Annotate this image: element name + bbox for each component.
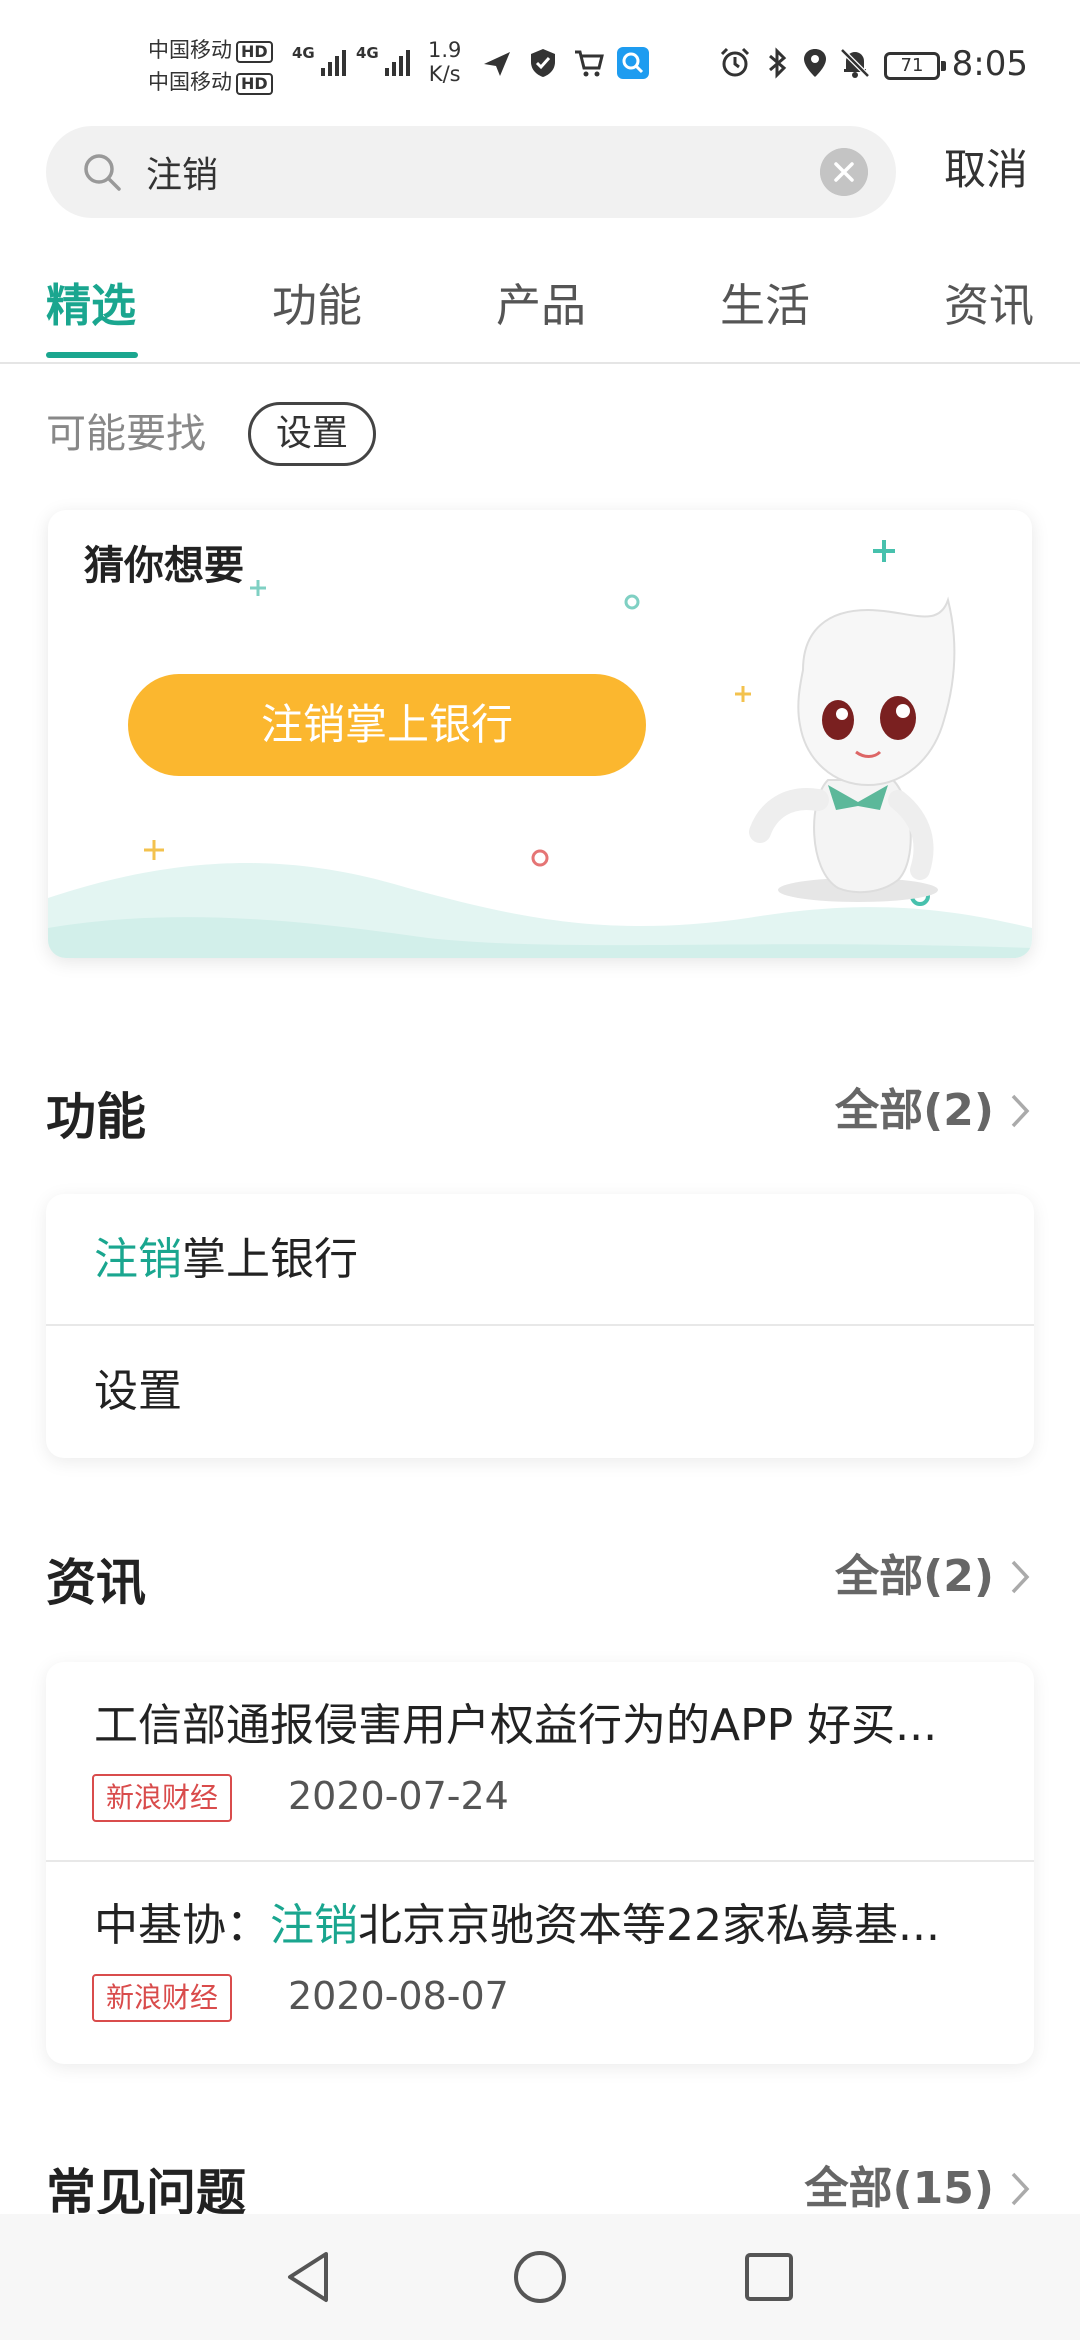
list-item[interactable]: 注销掌上银行 bbox=[46, 1194, 1034, 1326]
cart-icon bbox=[575, 50, 604, 77]
highlight-keyword: 注销 bbox=[270, 1900, 358, 1951]
mascot-illustration bbox=[749, 596, 956, 902]
speed-unit: K/s bbox=[428, 62, 461, 86]
battery-icon: 71 bbox=[884, 52, 946, 80]
home-circle-icon[interactable] bbox=[505, 2242, 575, 2312]
news-date: 2020-08-07 bbox=[288, 1974, 509, 2018]
bluetooth-icon bbox=[769, 47, 787, 79]
list-item[interactable]: 设置 bbox=[46, 1326, 1034, 1458]
carrier-2-label: 中国移动 bbox=[148, 70, 232, 94]
speed-value: 1.9 bbox=[428, 38, 462, 62]
function-list: 注销掌上银行 设置 bbox=[46, 1194, 1034, 1458]
list-item[interactable]: 工信部通报侵害用户权益行为的APP 好买... 新浪财经 2020-07-24 bbox=[46, 1662, 1034, 1862]
network-type-label: 4G bbox=[356, 44, 379, 62]
news-title: 中基协：注销北京京驰资本等22家私募基... bbox=[94, 1894, 984, 1958]
search-input[interactable] bbox=[146, 142, 806, 202]
tab-products[interactable]: 产品 bbox=[496, 266, 586, 346]
back-triangle-icon[interactable] bbox=[274, 2242, 344, 2312]
hd-badge: HD bbox=[236, 73, 273, 95]
carrier-1-label: 中国移动 bbox=[148, 38, 232, 62]
tab-life[interactable]: 生活 bbox=[720, 266, 810, 346]
carrier-info: 中国移动 HD 中国移动 HD bbox=[148, 34, 273, 98]
network-type-label: 4G bbox=[292, 44, 315, 62]
highlight-keyword: 注销 bbox=[94, 1234, 182, 1285]
search-bar[interactable] bbox=[46, 126, 896, 218]
tab-news[interactable]: 资讯 bbox=[944, 266, 1034, 346]
news-section-title: 资讯 bbox=[46, 1554, 146, 1612]
shield-icon bbox=[531, 49, 555, 77]
alarm-icon bbox=[720, 47, 750, 77]
clock: 8:05 bbox=[951, 44, 1028, 84]
function-view-all-label: 全部(2) bbox=[835, 1085, 994, 1136]
active-tab-indicator bbox=[46, 352, 138, 358]
network-speed: 1.9 K/s bbox=[428, 38, 461, 86]
guess-you-want-card: 猜你想要 注销掌上银行 bbox=[48, 510, 1032, 958]
search-results-page: 中国移动 HD 中国移动 HD 4G 4G 1.9 K/s 71 8:05 注销… bbox=[0, 0, 1080, 2340]
chevron-right-icon bbox=[1011, 2172, 1030, 2206]
status-bar: 中国移动 HD 中国移动 HD 4G 4G 1.9 K/s 71 8:05 bbox=[0, 0, 1080, 120]
news-title-text: 工信部通报侵害用户权益行为的APP 好买... bbox=[94, 1700, 938, 1751]
signal-strength-icon: 4G bbox=[356, 44, 410, 76]
function-item-label: 设置 bbox=[94, 1366, 182, 1417]
system-navigation-bar bbox=[0, 2214, 1080, 2340]
function-item-label: 掌上银行 bbox=[182, 1234, 358, 1285]
app-search-icon bbox=[617, 47, 649, 79]
location-arrow-icon bbox=[484, 52, 510, 76]
news-list: 工信部通报侵害用户权益行为的APP 好买... 新浪财经 2020-07-24 … bbox=[46, 1662, 1034, 2064]
news-title-text: 中基协： bbox=[94, 1900, 270, 1951]
signal-strength-icon: 4G bbox=[292, 44, 346, 76]
cancel-button[interactable]: 取消 bbox=[944, 140, 1028, 200]
news-title: 工信部通报侵害用户权益行为的APP 好买... bbox=[94, 1694, 984, 1758]
category-tabs: 精选 功能 产品 生活 资讯 bbox=[0, 258, 1080, 364]
recent-square-icon[interactable] bbox=[734, 2242, 804, 2312]
news-title-text: 北京京驰资本等22家私募基... bbox=[358, 1900, 940, 1951]
tab-functions[interactable]: 功能 bbox=[272, 266, 362, 346]
clear-icon[interactable] bbox=[820, 148, 868, 196]
chevron-right-icon bbox=[1011, 1094, 1030, 1128]
news-source-badge: 新浪财经 bbox=[92, 1974, 233, 2022]
hd-badge: HD bbox=[236, 41, 273, 63]
mute-bell-icon bbox=[840, 48, 870, 78]
logout-mobile-banking-button[interactable]: 注销掌上银行 bbox=[128, 674, 646, 776]
list-item[interactable]: 中基协：注销北京京驰资本等22家私募基... 新浪财经 2020-08-07 bbox=[46, 1862, 1034, 2062]
tab-featured[interactable]: 精选 bbox=[46, 266, 136, 346]
news-view-all-link[interactable]: 全部(2) bbox=[835, 1542, 1032, 1612]
news-source-badge: 新浪财经 bbox=[92, 1774, 233, 1822]
chevron-right-icon bbox=[1011, 1560, 1030, 1594]
function-view-all-link[interactable]: 全部(2) bbox=[835, 1076, 1032, 1146]
news-view-all-label: 全部(2) bbox=[835, 1551, 994, 1602]
location-pin-icon bbox=[804, 49, 826, 77]
search-icon bbox=[84, 154, 121, 191]
news-date: 2020-07-24 bbox=[288, 1774, 509, 1818]
suggestion-chip-settings[interactable]: 设置 bbox=[248, 402, 376, 466]
maybe-looking-for-label: 可能要找 bbox=[46, 411, 206, 457]
function-section-title: 功能 bbox=[46, 1088, 146, 1146]
